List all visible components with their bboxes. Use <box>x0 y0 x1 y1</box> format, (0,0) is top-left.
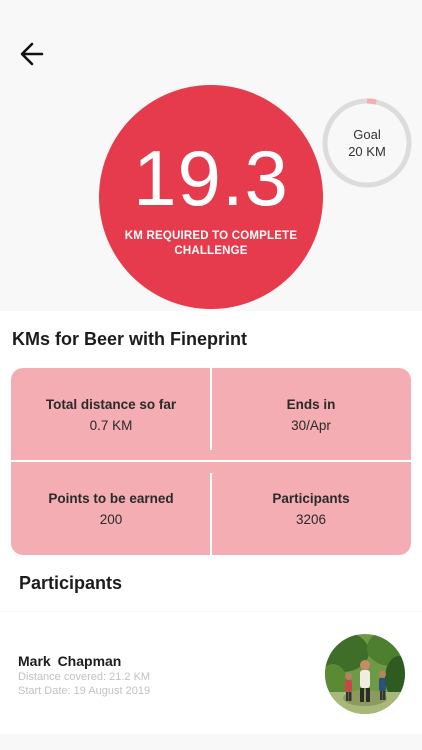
participant-avatar[interactable] <box>325 634 405 714</box>
remaining-km-value: 19.3 <box>133 134 289 222</box>
challenge-title: KMs for Beer with Fineprint <box>12 329 248 349</box>
stat-value: 0.7 KM <box>89 417 133 433</box>
stat-ends-in: Ends in 30/Apr <box>211 368 411 461</box>
back-button[interactable] <box>16 38 50 70</box>
stat-label: Participants <box>272 490 350 506</box>
stats-divider <box>210 368 212 450</box>
stat-participants: Participants 3206 <box>211 462 411 555</box>
stat-value: 3206 <box>295 511 327 527</box>
participant-start-date: Start Date: 19 August 2019 <box>18 685 151 697</box>
challenge-panel: KMs for Beer with Fineprint Total distan… <box>0 311 422 611</box>
avatar-photo <box>325 634 405 714</box>
stat-label: Total distance so far <box>45 396 177 412</box>
stat-total-distance: Total distance so far 0.7 KM <box>11 368 211 461</box>
challenge-screen: 19.3 KM REQUIRED TO COMPLETE CHALLENGE G… <box>0 0 422 750</box>
participant-list-item[interactable]: Mark Chapman Distance covered: 21.2 KM S… <box>0 612 422 734</box>
stat-value: 200 <box>99 511 123 527</box>
goal-text: Goal 20 KM <box>321 97 413 189</box>
arrow-left-icon[interactable] <box>16 38 50 70</box>
goal-label: Goal <box>353 127 381 142</box>
participants-heading: Participants <box>19 573 123 593</box>
stat-label: Points to be earned <box>48 490 174 506</box>
remaining-km-caption: KM REQUIRED TO COMPLETE CHALLENGE <box>124 230 298 257</box>
bottom-spacer <box>0 734 422 750</box>
stat-label: Ends in <box>286 396 336 412</box>
remaining-distance-circle: 19.3 KM REQUIRED TO COMPLETE CHALLENGE <box>99 85 323 309</box>
participant-name: Mark Chapman <box>18 653 122 669</box>
stats-divider <box>210 473 212 555</box>
goal-ring: Goal 20 KM <box>321 97 413 189</box>
participant-distance: Distance covered: 21.2 KM <box>18 671 151 683</box>
stat-points: Points to be earned 200 <box>11 462 211 555</box>
stats-divider <box>11 460 411 462</box>
stats-grid: Total distance so far 0.7 KM Ends in 30/… <box>11 368 411 555</box>
goal-value: 20 KM <box>348 144 386 159</box>
stat-value: 30/Apr <box>291 417 331 433</box>
